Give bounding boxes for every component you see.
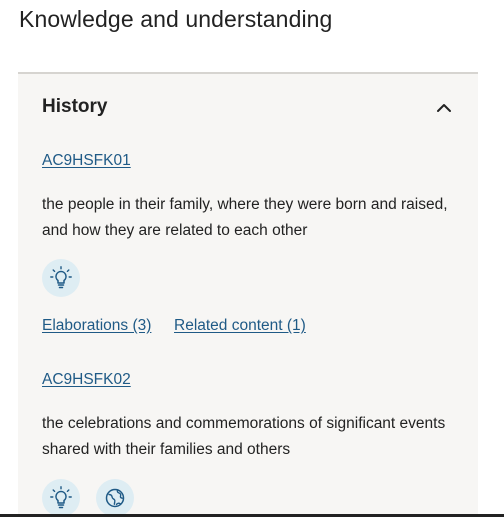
description-line: and how they are related to each other — [42, 222, 308, 239]
elaborations-link[interactable]: Elaborations (3) — [42, 317, 151, 335]
description-line: shared with their families and others — [42, 441, 291, 458]
lightbulb-icon-glyph — [50, 486, 72, 509]
lightbulb-icon[interactable] — [42, 479, 80, 517]
history-accordion-panel: History AC9HSFK01 the people in their fa… — [18, 72, 478, 517]
content-description-2: the celebrations and commemorations of s… — [42, 411, 462, 463]
accordion-title: History — [42, 96, 108, 117]
globe-icon-glyph — [105, 488, 125, 508]
description-line: the celebrations and commemorations of s… — [42, 415, 446, 432]
content-description-1: the people in their family, where they w… — [42, 192, 462, 244]
history-accordion-header[interactable]: History — [18, 74, 478, 138]
section-title: Knowledge and understanding — [19, 6, 333, 32]
description-line: the people in their family, where they w… — [42, 196, 448, 213]
content-code-link-1[interactable]: AC9HSFK01 — [42, 152, 131, 170]
related-content-link[interactable]: Related content (1) — [174, 317, 306, 335]
lightbulb-icon-glyph — [50, 266, 72, 289]
chevron-up-icon[interactable] — [436, 101, 452, 113]
globe-icon[interactable] — [96, 479, 134, 517]
content-code-link-2[interactable]: AC9HSFK02 — [42, 371, 131, 389]
page: Knowledge and understanding History AC9H… — [0, 0, 504, 517]
lightbulb-icon[interactable] — [42, 259, 80, 297]
